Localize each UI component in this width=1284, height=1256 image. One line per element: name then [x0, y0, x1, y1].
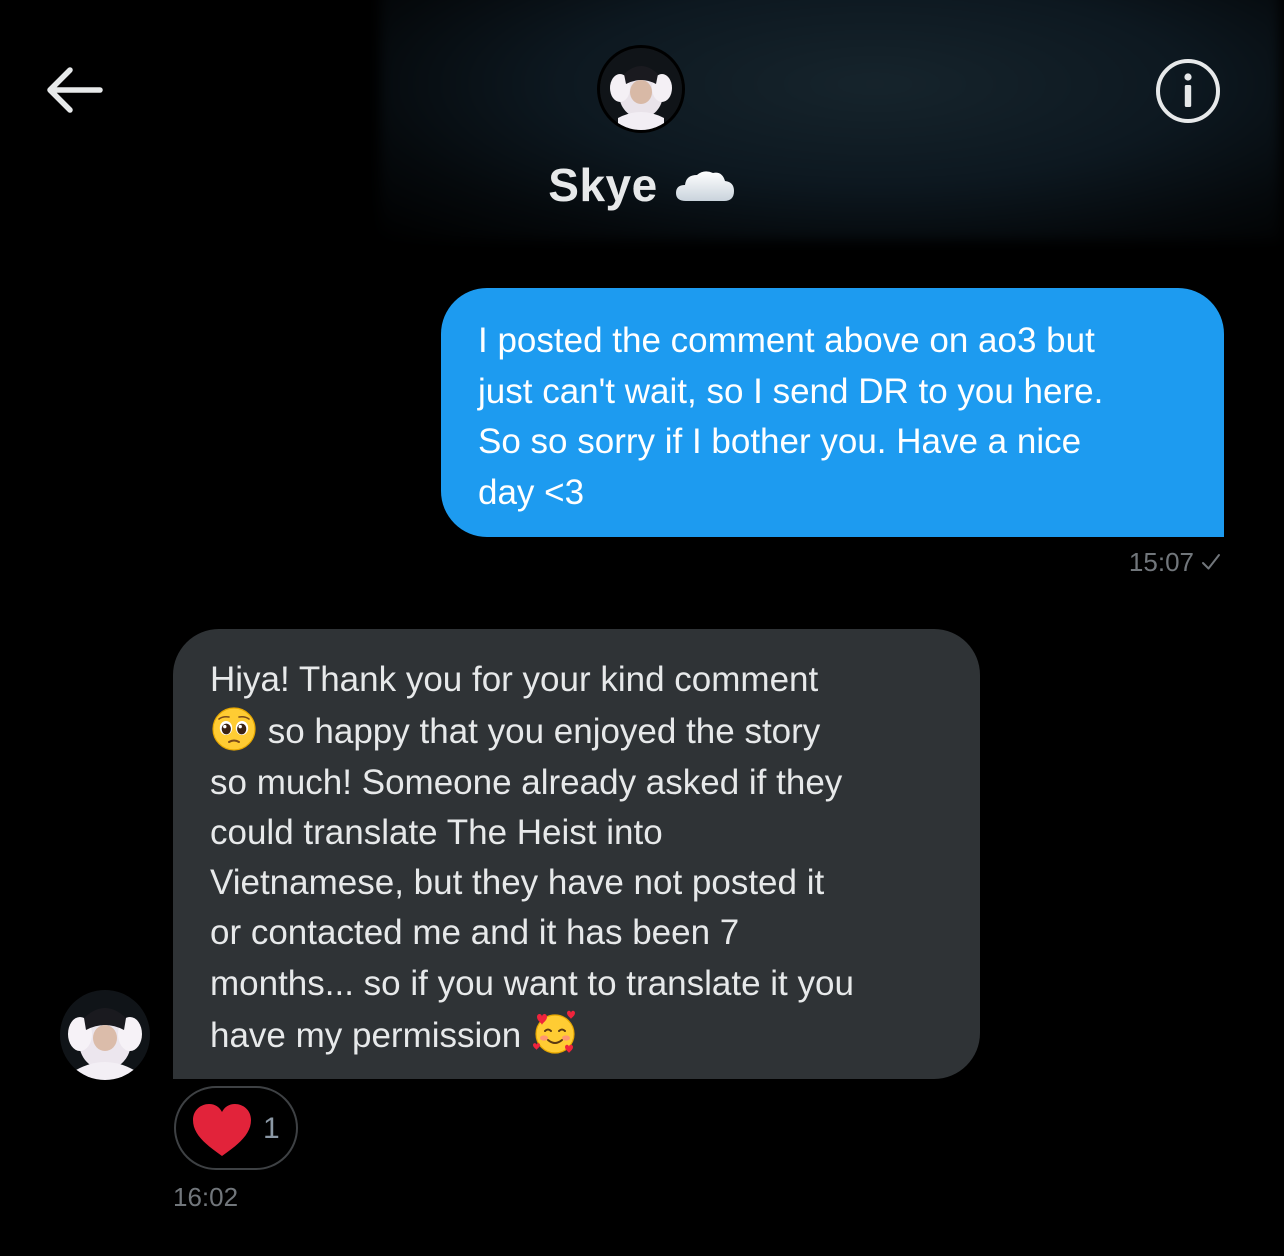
info-circle-icon — [1156, 59, 1220, 123]
received-line: have my permission — [210, 1016, 531, 1056]
avatar-image — [60, 990, 150, 1080]
received-line: could translate The Heist into — [210, 812, 663, 852]
pleading-face-emoji — [212, 707, 256, 751]
arrow-left-icon — [47, 67, 103, 113]
received-line: or contacted me and it has been 7 — [210, 913, 740, 953]
info-button[interactable] — [1154, 57, 1222, 125]
received-message-text: Hiya! Thank you for your kind comment so… — [210, 655, 950, 1061]
contact-name-row: Skye — [0, 158, 1284, 212]
sent-message-time: 15:07 — [1128, 547, 1194, 577]
contact-name: Skye — [548, 159, 658, 211]
received-line: Vietnamese, but they have not posted it — [210, 863, 825, 903]
sent-message-meta: 15:07 — [1129, 547, 1222, 578]
reaction-count: 1 — [263, 1112, 280, 1145]
received-line: months... so if you want to translate it… — [210, 963, 854, 1003]
received-line: so much! Someone already asked if they — [210, 762, 843, 802]
heart-reaction-button[interactable]: 1 — [174, 1086, 298, 1170]
cloud-icon — [675, 171, 734, 201]
sent-message-text: I posted the comment above on ao3 but ju… — [478, 321, 1104, 512]
contact-avatar[interactable] — [597, 45, 685, 133]
check-icon — [1202, 554, 1220, 570]
smiling-face-with-hearts-emoji — [532, 1010, 575, 1054]
received-line: so happy that you enjoyed the story — [258, 712, 821, 752]
sent-message-bubble[interactable]: I posted the comment above on ao3 but ju… — [441, 288, 1224, 537]
received-message-bubble[interactable]: Hiya! Thank you for your kind comment so… — [173, 629, 980, 1079]
back-button[interactable] — [40, 62, 106, 118]
dm-conversation: Skye I posted the comment above on ao3 b… — [0, 0, 1284, 1256]
received-message-time: 16:02 — [173, 1182, 239, 1212]
heart-icon — [193, 1104, 251, 1156]
avatar-image — [600, 48, 682, 130]
received-line: Hiya! Thank you for your kind comment — [210, 660, 819, 699]
sender-avatar[interactable] — [60, 990, 150, 1080]
conversation-header: Skye — [0, 0, 1284, 245]
